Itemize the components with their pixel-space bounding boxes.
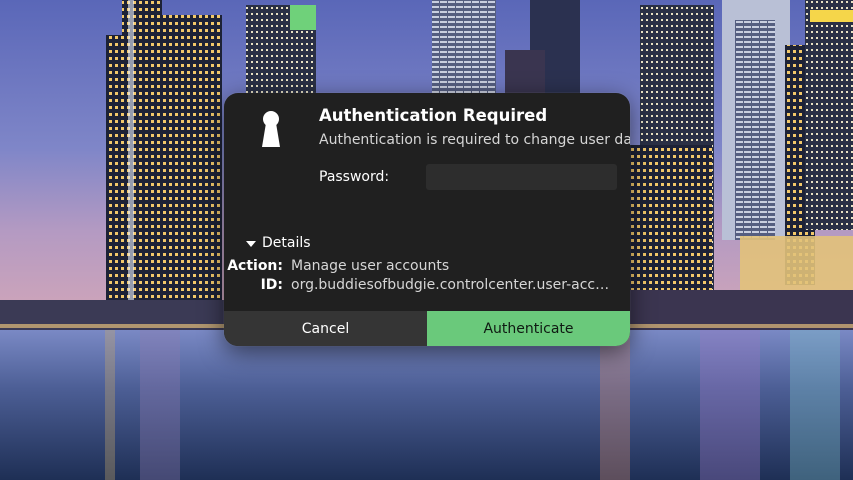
password-label: Password: <box>319 169 390 185</box>
dialog-message: Authentication is required to change use… <box>319 132 630 148</box>
details-label: Details <box>262 235 311 251</box>
authenticate-button[interactable]: Authenticate <box>427 311 630 346</box>
password-field[interactable] <box>426 164 617 190</box>
details-id-value: org.buddiesofbudgie.controlcenter.user-a… <box>291 277 617 293</box>
triangle-down-icon <box>246 240 256 247</box>
keyhole-icon <box>262 111 280 147</box>
cancel-button[interactable]: Cancel <box>224 311 427 346</box>
details-action-value: Manage user accounts <box>291 258 450 274</box>
dialog-button-row: Cancel Authenticate <box>224 311 630 346</box>
details-id-key: ID: <box>260 277 283 293</box>
details-expander[interactable]: Details <box>246 235 311 251</box>
authentication-dialog: Authentication Required Authentication i… <box>224 93 630 346</box>
details-action-key: Action: <box>227 258 283 274</box>
dialog-title: Authentication Required <box>319 106 548 125</box>
